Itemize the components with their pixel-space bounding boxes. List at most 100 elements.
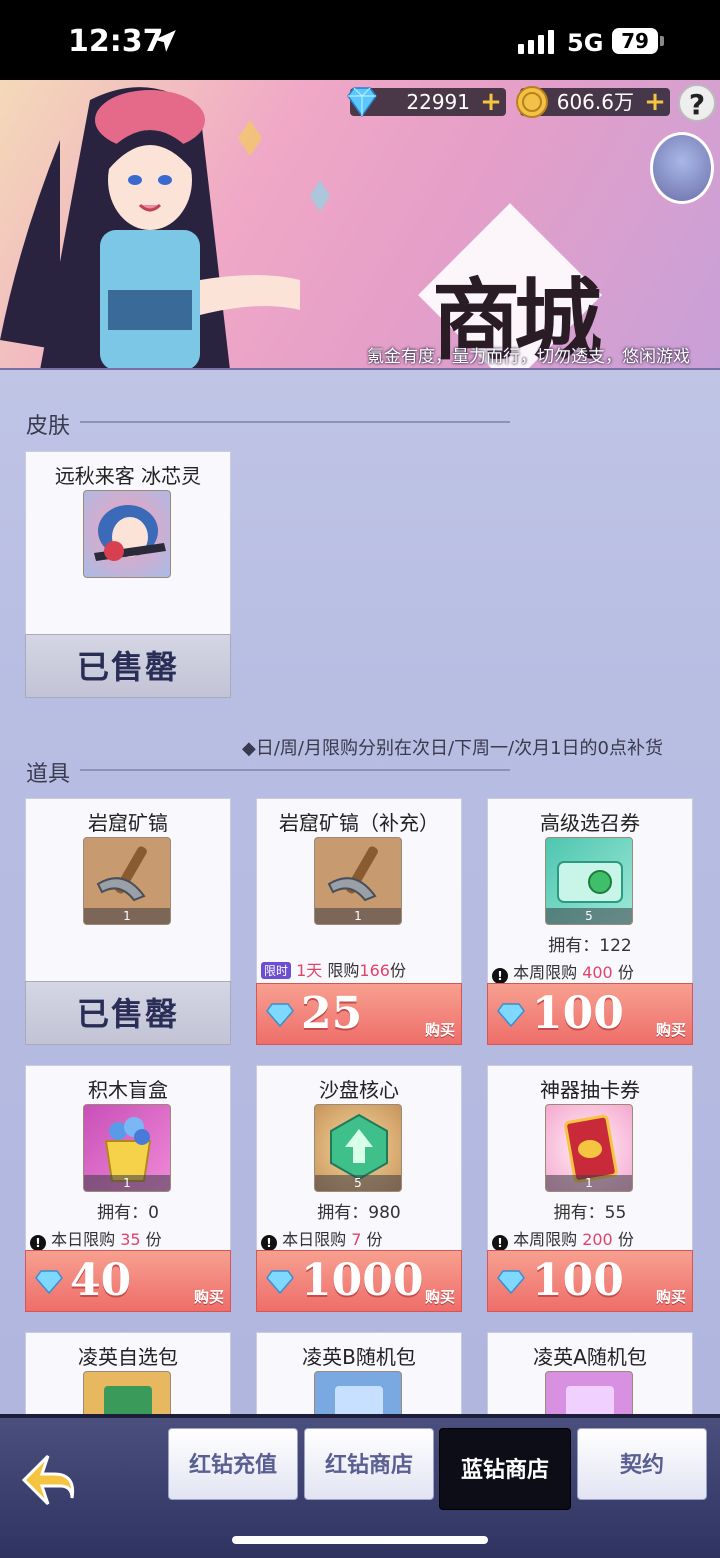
limit-number: 200 xyxy=(582,1230,613,1249)
item-card[interactable]: 高级选召券 5 拥有：122 ! 本周限购 400 份 100 购买 xyxy=(487,798,693,1045)
tab-red-diamond-recharge[interactable]: 红钻充值 xyxy=(168,1428,298,1500)
add-gold-button[interactable]: + xyxy=(644,89,666,115)
item-qty: 1 xyxy=(84,908,170,924)
purchase-limit: ! 本周限购 400 份 xyxy=(492,959,634,984)
owned-count: 拥有：0 xyxy=(97,1203,159,1223)
battery-icon: 79 xyxy=(612,28,658,54)
item-price: 100 xyxy=(532,988,624,1039)
limit-number: 166 xyxy=(359,961,390,980)
character-illustration xyxy=(0,87,330,368)
owned-count: 拥有：122 xyxy=(548,936,632,956)
tab-blue-diamond-shop[interactable]: 蓝钻商店 xyxy=(439,1428,571,1510)
sold-out-label: 已售罄 xyxy=(25,981,231,1045)
limit-unit: 份 xyxy=(612,1230,634,1249)
section-divider xyxy=(80,769,510,771)
item-name: 凌英B随机包 xyxy=(302,1345,416,1369)
buy-button[interactable]: 1000 购买 xyxy=(256,1250,462,1312)
item-name: 神器抽卡券 xyxy=(540,1078,640,1102)
shop-slogan: 氪金有度，量力而行，切勿透支，悠闲游戏 xyxy=(367,347,690,367)
skin-portrait-icon xyxy=(94,505,166,561)
avatar[interactable] xyxy=(650,132,714,204)
buy-label: 购买 xyxy=(193,1288,224,1306)
limit-number: 35 xyxy=(120,1230,141,1249)
item-price: 1000 xyxy=(301,1255,424,1306)
purchase-limit: ! 本周限购 200 份 xyxy=(492,1226,634,1251)
limit-number: 400 xyxy=(582,963,613,982)
add-diamond-button[interactable]: + xyxy=(480,89,502,115)
item-price: 25 xyxy=(301,988,363,1039)
limit-text: 本日限购 xyxy=(277,1230,352,1249)
item-thumbnail: 5 xyxy=(314,1104,402,1192)
item-name: 凌英A随机包 xyxy=(533,1345,647,1369)
purchase-limit: ! 本日限购 7 份 xyxy=(261,1226,382,1251)
blue-diamond-icon xyxy=(35,1270,63,1295)
buy-label: 购买 xyxy=(655,1288,686,1306)
tab-red-diamond-shop[interactable]: 红钻商店 xyxy=(304,1428,434,1500)
limit-text: 本周限购 xyxy=(508,1230,583,1249)
blue-diamond-icon xyxy=(347,87,377,118)
item-name: 岩窟矿镐 xyxy=(88,811,168,835)
buy-button[interactable]: 100 购买 xyxy=(487,983,693,1045)
item-card[interactable]: 岩窟矿镐（补充） 1 限时 1天 限购166份 25 购买 xyxy=(256,798,462,1045)
item-thumbnail: 5 xyxy=(545,837,633,925)
item-thumbnail: 1 xyxy=(83,837,171,925)
buy-label: 购买 xyxy=(424,1288,455,1306)
item-card[interactable]: 沙盘核心 5 拥有：980 ! 本日限购 7 份 1000 购买 xyxy=(256,1065,462,1312)
limit-number: 7 xyxy=(351,1230,362,1249)
buy-button[interactable]: 100 购买 xyxy=(487,1250,693,1312)
item-qty: 5 xyxy=(315,1175,401,1191)
item-name: 远秋来客 冰芯灵 xyxy=(54,464,202,488)
buy-button[interactable]: 40 购买 xyxy=(25,1250,231,1312)
skin-card[interactable]: 远秋来客 冰芯灵 已售罄 xyxy=(25,451,231,698)
skins-section-title: 皮肤 xyxy=(26,414,71,439)
warning-icon: ! xyxy=(30,1235,46,1251)
location-arrow-icon xyxy=(154,30,176,52)
limit-text: 限购 xyxy=(322,961,360,980)
item-card[interactable]: 凌英自选包 xyxy=(25,1332,231,1422)
item-price: 40 xyxy=(70,1255,132,1306)
item-card[interactable]: 岩窟矿镐 1 已售罄 xyxy=(25,798,231,1045)
timed-duration: 1天 xyxy=(296,961,323,980)
item-name: 沙盘核心 xyxy=(319,1078,399,1102)
gold-coin-icon xyxy=(516,86,548,118)
blue-diamond-icon xyxy=(497,1270,525,1295)
back-arrow-icon[interactable] xyxy=(16,1448,80,1512)
gold-amount: 606.6万 xyxy=(556,90,634,114)
shop-banner: 商城 氪金有度，量力而行，切勿透支，悠闲游戏 xyxy=(0,80,720,370)
section-divider xyxy=(80,421,510,423)
blue-diamond-icon xyxy=(266,1270,294,1295)
warning-icon: ! xyxy=(261,1235,277,1251)
item-card[interactable]: 神器抽卡券 1 拥有：55 ! 本周限购 200 份 100 购买 xyxy=(487,1065,693,1312)
item-card[interactable]: 凌英A随机包 xyxy=(487,1332,693,1422)
diamond-counter: 22991 + xyxy=(347,87,506,118)
timed-badge: 限时 xyxy=(261,962,292,979)
network-type: 5G xyxy=(567,29,604,57)
tab-contract[interactable]: 契约 xyxy=(577,1428,707,1500)
purchase-limit: ! 本日限购 35 份 xyxy=(30,1226,162,1251)
help-button[interactable]: ? xyxy=(678,84,716,122)
battery-tip xyxy=(660,36,664,46)
buy-label: 购买 xyxy=(424,1021,455,1039)
item-card[interactable]: 凌英B随机包 xyxy=(256,1332,462,1422)
item-name: 积木盲盒 xyxy=(88,1078,168,1102)
blue-diamond-icon xyxy=(266,1003,294,1028)
item-name: 高级选召券 xyxy=(540,811,640,835)
item-qty: 1 xyxy=(315,908,401,924)
item-card[interactable]: 积木盲盒 1 拥有：0 ! 本日限购 35 份 40 购买 xyxy=(25,1065,231,1312)
status-bar: 12:37 5G 79 xyxy=(0,0,720,80)
home-indicator xyxy=(232,1536,488,1544)
limit-unit: 份 xyxy=(140,1230,162,1249)
limit-unit: 份 xyxy=(612,963,634,982)
item-name: 岩窟矿镐（补充） xyxy=(279,811,439,835)
buy-button[interactable]: 25 购买 xyxy=(256,983,462,1045)
limit-unit: 份 xyxy=(361,1230,383,1249)
limit-text: 本周限购 xyxy=(508,963,583,982)
signal-strength-icon xyxy=(518,30,554,54)
item-qty: 5 xyxy=(546,908,632,924)
limit-unit: 份 xyxy=(389,961,406,980)
diamond-amount: 22991 xyxy=(406,90,470,114)
item-price: 100 xyxy=(532,1255,624,1306)
item-qty: 1 xyxy=(84,1175,170,1191)
buy-label: 购买 xyxy=(655,1021,686,1039)
status-time: 12:37 xyxy=(68,24,164,59)
